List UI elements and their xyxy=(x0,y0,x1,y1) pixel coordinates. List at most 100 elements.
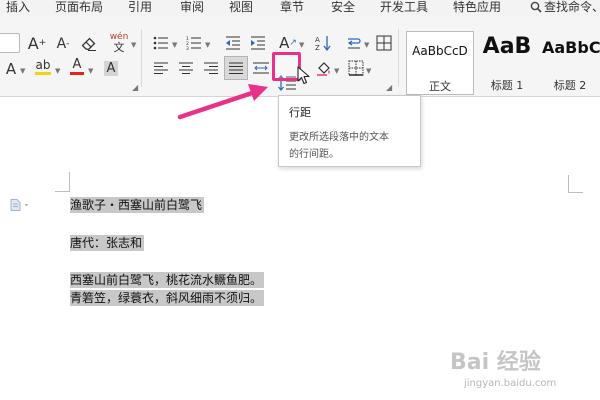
show-paragraph-marks-button[interactable] xyxy=(343,32,365,54)
borders-button[interactable] xyxy=(345,57,367,79)
highlight-button[interactable]: ab xyxy=(30,55,56,77)
doc-line-verse-2[interactable]: 青箬笠，绿蓑衣，斜风细雨不须归。 xyxy=(70,290,265,306)
mouse-pointer-icon xyxy=(297,66,310,85)
doc-line-author[interactable]: 唐代：张志和 xyxy=(70,235,145,251)
style-heading-1[interactable]: AaB 标题 1 xyxy=(474,31,540,95)
grow-font-button[interactable]: A + xyxy=(26,32,48,54)
phonetic-dropdown-arrow[interactable]: ▼ xyxy=(131,41,136,49)
sort-icon: AZ xyxy=(315,36,331,51)
font-color-dropdown-arrow[interactable]: ▼ xyxy=(88,67,93,75)
text-direction-dropdown-arrow[interactable]: ▼ xyxy=(299,41,304,49)
distributed-icon xyxy=(253,62,269,74)
justify-button[interactable] xyxy=(224,56,248,80)
outdent-icon xyxy=(226,36,240,50)
paragraph-settings-launcher[interactable]: ◢ xyxy=(386,83,392,92)
numbering-icon: 123 xyxy=(186,36,201,50)
page-corner-mark-left xyxy=(55,172,70,192)
clear-format-button[interactable] xyxy=(78,33,100,55)
numbering-dropdown-arrow[interactable]: ▼ xyxy=(205,41,210,49)
svg-text:3: 3 xyxy=(186,46,189,50)
tooltip-description-line-1: 更改所选段落中的文本 xyxy=(289,132,389,143)
distributed-button[interactable] xyxy=(250,57,272,79)
shading-button[interactable] xyxy=(313,57,335,79)
highlight-color-bar xyxy=(35,71,51,75)
numbering-button[interactable]: 123 xyxy=(183,32,205,54)
sort-button[interactable]: AZ xyxy=(312,32,334,54)
decrease-indent-button[interactable] xyxy=(222,32,244,54)
doc-line-verse-1[interactable]: 西塞山前白鹭飞，桃花流水鳜鱼肥。 xyxy=(70,272,265,288)
menu-page-layout[interactable]: 页面布局 xyxy=(55,0,103,17)
menu-review[interactable]: 审阅 xyxy=(180,0,204,17)
style-heading-2-label: 标题 2 xyxy=(553,79,587,92)
menu-security[interactable]: 安全 xyxy=(331,0,355,17)
svg-text:Z: Z xyxy=(315,44,320,51)
align-left-button[interactable] xyxy=(150,57,172,79)
align-center-button[interactable] xyxy=(175,57,197,79)
svg-text:A: A xyxy=(315,36,320,44)
font-color-button[interactable]: A xyxy=(66,55,88,77)
bullets-icon xyxy=(153,36,168,50)
line-spacing-tooltip: 行距 更改所选段落中的文本 的行间距。 xyxy=(278,95,421,167)
font-size-box[interactable] xyxy=(0,33,20,53)
highlight-label: ab xyxy=(35,57,51,72)
style-heading-2-sample: AaBbC xyxy=(542,38,600,57)
align-left-icon xyxy=(154,62,168,74)
doc-line-title[interactable]: 渔歌子・西塞山前白鹭飞 xyxy=(70,197,205,213)
indent-icon xyxy=(251,36,265,50)
bullets-button[interactable] xyxy=(150,32,172,54)
tooltip-title: 行距 xyxy=(289,106,311,119)
shrink-font-button[interactable]: A- xyxy=(52,33,74,55)
tooltip-description: 更改所选段落中的文本 的行间距。 xyxy=(289,129,410,163)
tooltip-description-line-2: 的行间距。 xyxy=(289,149,339,160)
fill-icon xyxy=(317,62,330,76)
style-heading-1-sample: AaB xyxy=(482,34,532,59)
borders-icon xyxy=(348,60,364,76)
increase-indent-button[interactable] xyxy=(247,32,269,54)
search-icon xyxy=(530,1,542,13)
style-normal-sample: AaBbCcD xyxy=(412,44,468,58)
font-color-bar xyxy=(70,72,84,75)
menu-developer[interactable]: 开发工具 xyxy=(380,0,428,17)
text-effect-button[interactable]: A xyxy=(0,58,22,80)
menu-bar: 插入 页面布局 引用 审阅 视图 章节 安全 开发工具 特色应用 查找命令、 xyxy=(0,0,600,17)
watermark-main-text: Bai 经验 xyxy=(450,350,541,375)
style-normal[interactable]: AaBbCcD 正文 xyxy=(406,31,474,95)
style-heading-1-label: 标题 1 xyxy=(490,79,524,92)
menu-special-apps[interactable]: 特色应用 xyxy=(453,0,501,17)
menu-view[interactable]: 视图 xyxy=(229,0,253,17)
text-effect-dropdown-arrow[interactable]: ▼ xyxy=(20,67,25,75)
watermark-url: jingyan.baidu.com xyxy=(464,378,557,389)
page-corner-mark-right xyxy=(568,175,583,193)
borders-dropdown-arrow[interactable]: ▼ xyxy=(366,67,371,75)
font-color-label: A xyxy=(72,57,82,72)
grow-font-label: A xyxy=(27,33,39,53)
highlight-dropdown-arrow[interactable]: ▼ xyxy=(55,67,60,75)
justify-icon xyxy=(229,62,243,74)
phonetic-guide-button[interactable]: wén 文 xyxy=(104,32,134,54)
table-button[interactable] xyxy=(373,32,395,54)
bullets-dropdown-arrow[interactable]: ▼ xyxy=(172,41,177,49)
shrink-font-label: A xyxy=(56,36,67,52)
style-heading-2[interactable]: AaBbC 标题 2 xyxy=(540,31,600,95)
align-right-button[interactable] xyxy=(200,57,222,79)
style-normal-label: 正文 xyxy=(429,80,451,93)
character-shading-label: A xyxy=(103,60,119,76)
character-shading-button[interactable]: A xyxy=(100,57,122,79)
menu-insert[interactable]: 插入 xyxy=(6,0,30,17)
text-direction-label: A xyxy=(279,34,290,52)
shading-dropdown-arrow[interactable]: ▼ xyxy=(334,67,339,75)
table-icon xyxy=(376,35,392,51)
align-right-icon xyxy=(204,62,218,74)
group-separator xyxy=(398,29,399,87)
group-separator xyxy=(141,29,142,87)
document-icon[interactable] xyxy=(10,199,34,211)
text-effect-label: A xyxy=(5,60,17,78)
paragraph-marks-dropdown-arrow[interactable]: ▼ xyxy=(364,41,369,49)
font-settings-launcher[interactable]: ◢ xyxy=(132,83,138,92)
eraser-icon xyxy=(81,37,96,51)
menu-section[interactable]: 章节 xyxy=(280,0,304,17)
menu-references[interactable]: 引用 xyxy=(128,0,152,17)
command-search[interactable]: 查找命令、 xyxy=(530,0,600,17)
text-direction-button[interactable]: A ↗ xyxy=(277,32,299,54)
baidu-watermark: Bai 经验 jingyan.baidu.com xyxy=(450,322,600,400)
